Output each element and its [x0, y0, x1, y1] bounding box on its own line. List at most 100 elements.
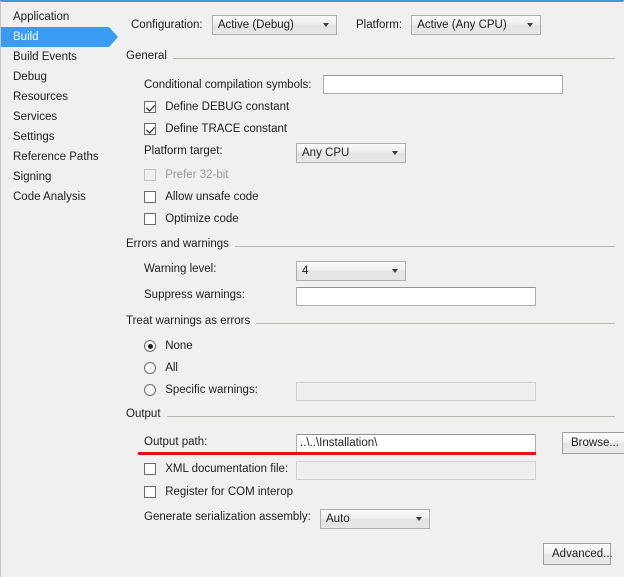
- sidebar-item-services[interactable]: Services: [1, 107, 123, 127]
- sidebar-item-build[interactable]: Build: [1, 27, 118, 47]
- platform-value: Active (Any CPU): [417, 19, 507, 31]
- errors-warnings-group-header: Errors and warnings: [126, 238, 618, 253]
- treat-specific-row[interactable]: Specific warnings:: [144, 382, 536, 401]
- output-path-annotation-underline: [138, 452, 536, 455]
- treat-none-label: None: [165, 340, 193, 352]
- output-group-title: Output: [126, 408, 167, 420]
- sidebar-item-debug[interactable]: Debug: [1, 67, 123, 87]
- output-path-row: Output path: ..\..\Installation\ Browse.…: [144, 432, 624, 454]
- optimize-code-row[interactable]: Optimize code: [144, 213, 239, 225]
- errors-warnings-group: Errors and warnings: [126, 238, 618, 253]
- define-trace-checkbox[interactable]: [144, 123, 156, 135]
- advanced-button[interactable]: Advanced...: [543, 543, 613, 565]
- treat-specific-label: Specific warnings:: [165, 384, 258, 396]
- general-group-title: General: [126, 50, 173, 62]
- prefer-32bit-label: Prefer 32-bit: [165, 169, 229, 181]
- serialization-value: Auto: [326, 513, 350, 525]
- chevron-down-icon: [527, 23, 534, 27]
- sidebar-item-label: Debug: [13, 71, 47, 83]
- platform-target-label: Platform target:: [144, 145, 223, 157]
- treat-warnings-group: Treat warnings as errors: [126, 315, 618, 330]
- treat-none-row[interactable]: None: [144, 340, 193, 352]
- xml-doc-label: XML documentation file:: [165, 463, 289, 475]
- sidebar-item-label: Application: [13, 11, 70, 23]
- output-path-input[interactable]: ..\..\Installation\: [296, 434, 536, 453]
- platform-target-select[interactable]: Any CPU: [296, 143, 406, 163]
- define-debug-row[interactable]: Define DEBUG constant: [144, 101, 289, 113]
- browse-button[interactable]: Browse...: [562, 432, 624, 454]
- define-trace-row[interactable]: Define TRACE constant: [144, 123, 287, 135]
- suppress-warnings-input[interactable]: [296, 287, 536, 306]
- treat-specific-input: [296, 382, 536, 401]
- serialization-select[interactable]: Auto: [320, 509, 430, 529]
- sidebar-item-label: Build Events: [13, 51, 77, 63]
- output-group-header: Output: [126, 408, 618, 423]
- allow-unsafe-label: Allow unsafe code: [165, 191, 259, 203]
- sidebar-item-signing[interactable]: Signing: [1, 167, 123, 187]
- optimize-code-checkbox[interactable]: [144, 213, 156, 225]
- platform-select[interactable]: Active (Any CPU): [411, 15, 542, 35]
- serialization-label: Generate serialization assembly:: [144, 511, 311, 523]
- suppress-warnings-row: Suppress warnings:: [144, 287, 536, 306]
- treat-all-label: All: [165, 362, 178, 374]
- configuration-value: Active (Debug): [217, 19, 294, 31]
- allow-unsafe-checkbox[interactable]: [144, 191, 156, 203]
- sidebar-item-resources[interactable]: Resources: [1, 87, 123, 107]
- sidebar-item-settings[interactable]: Settings: [1, 127, 123, 147]
- build-properties-window: Application Build Build Events Debug Res…: [0, 0, 624, 577]
- suppress-warnings-label: Suppress warnings:: [144, 289, 245, 301]
- treat-none-radio[interactable]: [144, 340, 156, 352]
- com-interop-checkbox[interactable]: [144, 486, 156, 498]
- com-interop-label: Register for COM interop: [165, 486, 294, 498]
- xml-doc-checkbox[interactable]: [144, 463, 156, 475]
- define-trace-label: Define TRACE constant: [165, 123, 288, 135]
- treat-all-radio[interactable]: [144, 362, 156, 374]
- define-debug-checkbox[interactable]: [144, 101, 156, 113]
- conditional-symbols-input[interactable]: [322, 75, 563, 94]
- sidebar-item-label: Code Analysis: [13, 191, 86, 203]
- platform-target-value: Any CPU: [302, 147, 350, 159]
- com-interop-row[interactable]: Register for COM interop: [144, 486, 293, 498]
- conditional-symbols-label: Conditional compilation symbols:: [144, 78, 312, 91]
- prefer-32bit-checkbox: [144, 169, 156, 181]
- configuration-label: Configuration:: [131, 19, 203, 31]
- sidebar-item-application[interactable]: Application: [1, 7, 123, 27]
- warning-level-select[interactable]: 4: [296, 261, 406, 281]
- warning-level-label: Warning level:: [144, 263, 217, 275]
- main-panel: Configuration: Active (Debug) Platform: …: [123, 2, 624, 577]
- xml-doc-row[interactable]: XML documentation file:: [144, 461, 536, 480]
- sidebar-item-build-events[interactable]: Build Events: [1, 47, 123, 67]
- general-group: General: [126, 50, 618, 65]
- treat-all-row[interactable]: All: [144, 362, 178, 374]
- chevron-down-icon: [322, 23, 330, 27]
- group-divider: [126, 58, 615, 59]
- sidebar-item-label: Signing: [13, 171, 52, 183]
- output-path-label: Output path:: [144, 436, 208, 448]
- sidebar-item-label: Reference Paths: [13, 151, 99, 163]
- chevron-down-icon: [392, 269, 399, 273]
- chevron-down-icon: [416, 517, 423, 521]
- sidebar: Application Build Build Events Debug Res…: [1, 2, 123, 577]
- selection-arrow-icon: [109, 27, 118, 47]
- treat-warnings-group-title: Treat warnings as errors: [126, 315, 257, 327]
- general-group-header: General: [126, 50, 618, 65]
- configuration-row: Configuration: Active (Debug) Platform: …: [131, 15, 611, 37]
- sidebar-item-reference-paths[interactable]: Reference Paths: [1, 147, 123, 167]
- sidebar-item-label: Settings: [13, 131, 55, 143]
- treat-specific-radio[interactable]: [144, 384, 156, 396]
- warning-level-value: 4: [302, 265, 309, 277]
- conditional-symbols-row: Conditional compilation symbols:: [144, 75, 563, 94]
- treat-warnings-group-header: Treat warnings as errors: [126, 315, 618, 330]
- sidebar-item-label: Resources: [13, 91, 68, 103]
- platform-target-row: Platform target: Any CPU: [144, 143, 406, 163]
- configuration-select[interactable]: Active (Debug): [211, 15, 337, 35]
- errors-warnings-group-title: Errors and warnings: [126, 238, 235, 250]
- serialization-row: Generate serialization assembly: Auto: [144, 509, 430, 529]
- sidebar-item-code-analysis[interactable]: Code Analysis: [1, 187, 123, 207]
- platform-label: Platform:: [356, 19, 403, 31]
- output-group: Output: [126, 408, 618, 423]
- chevron-down-icon: [392, 151, 399, 155]
- allow-unsafe-row[interactable]: Allow unsafe code: [144, 191, 259, 203]
- group-divider: [126, 416, 615, 417]
- optimize-code-label: Optimize code: [165, 213, 239, 225]
